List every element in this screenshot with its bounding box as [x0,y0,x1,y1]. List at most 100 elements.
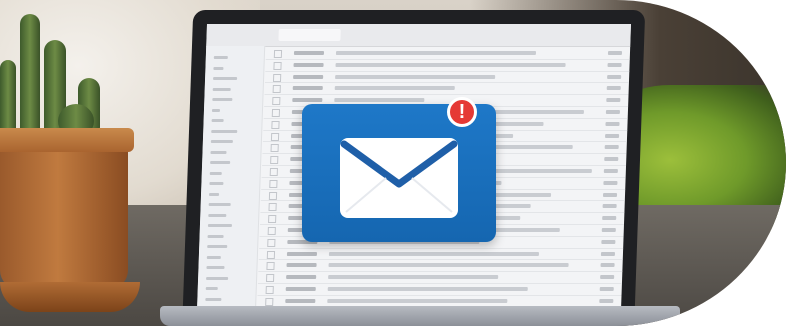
row-subject [334,86,455,91]
row-sender [285,286,316,291]
sidebar-item [211,129,238,133]
email-toolbar [206,24,631,47]
row-checkbox [268,191,278,200]
email-row [265,48,631,60]
row-date [599,298,614,303]
row-date [600,263,615,268]
cactus-stem [20,14,40,138]
row-subject [327,286,528,291]
row-sender [285,298,316,303]
email-sidebar [197,46,266,310]
photo-scene: ! [0,0,786,326]
row-sender [292,86,323,91]
row-checkbox [266,262,275,271]
row-checkbox [269,167,278,176]
row-sender [286,263,317,268]
row-subject [328,263,569,268]
row-date [606,98,621,103]
row-date [600,251,616,256]
row-checkbox [268,203,277,212]
sidebar-item [210,140,233,143]
email-row [264,71,630,84]
sidebar-item [213,77,238,80]
row-subject [327,298,508,303]
email-row [258,260,623,273]
row-subject [328,275,499,280]
row-date [600,275,615,280]
row-checkbox [272,85,281,94]
sidebar-item [207,234,224,238]
row-date [604,157,619,162]
row-checkbox [265,274,275,283]
sidebar-item [212,98,233,101]
row-checkbox [265,285,274,294]
row-date [605,109,620,114]
row-date [599,286,614,291]
email-row [265,59,630,72]
row-sender [286,275,317,280]
row-date [607,74,622,79]
row-date [607,51,623,55]
row-checkbox [270,156,279,165]
row-checkbox [273,50,283,58]
row-date [602,204,617,209]
row-date [603,168,618,173]
row-checkbox [270,132,280,141]
row-date [604,145,619,150]
toolbar-tab [346,29,400,41]
row-checkbox [266,250,276,259]
sidebar-item [209,171,222,175]
row-checkbox [268,215,277,224]
row-sender [293,62,324,67]
sidebar-item [207,224,233,227]
row-sender [293,51,325,55]
row-subject [334,98,425,103]
sidebar-item [210,150,227,154]
row-sender [293,74,324,79]
row-checkbox [270,144,279,153]
row-checkbox [272,97,281,106]
sidebar-item [207,245,228,248]
pot-saucer [0,282,140,312]
badge-glyph: ! [458,101,466,123]
alert-badge-icon: ! [447,97,477,127]
sidebar-item [206,266,225,269]
row-date [602,192,618,197]
row-checkbox [271,120,280,129]
row-date [607,62,622,67]
email-row [257,283,622,296]
row-subject [335,74,496,79]
email-row [258,248,624,261]
sidebar-item [211,119,224,122]
row-date [606,86,621,91]
row-subject [335,62,566,67]
pot-rim [0,128,134,152]
row-checkbox [269,179,278,188]
row-date [602,216,617,221]
sidebar-item [209,182,224,185]
toolbar-tab [406,29,460,41]
row-subject [328,251,540,256]
row-checkbox [271,108,281,117]
sidebar-item [213,66,224,70]
row-date [601,227,616,232]
sidebar-item [209,192,220,196]
sidebar-item [212,87,231,91]
email-row [264,83,629,96]
row-checkbox [267,226,276,235]
row-date [605,121,620,126]
laptop-base [160,306,680,326]
email-row [257,272,623,284]
sidebar-item [205,297,222,301]
row-subject [335,51,537,55]
flower-pot [0,140,128,290]
sidebar-item [210,161,231,164]
row-sender [292,98,323,103]
sidebar-item [208,213,227,217]
row-checkbox [265,297,274,306]
row-checkbox [267,238,276,247]
row-checkbox [273,61,282,70]
toolbar-tab [278,29,341,41]
row-sender [286,251,318,256]
sidebar-item [211,108,221,112]
